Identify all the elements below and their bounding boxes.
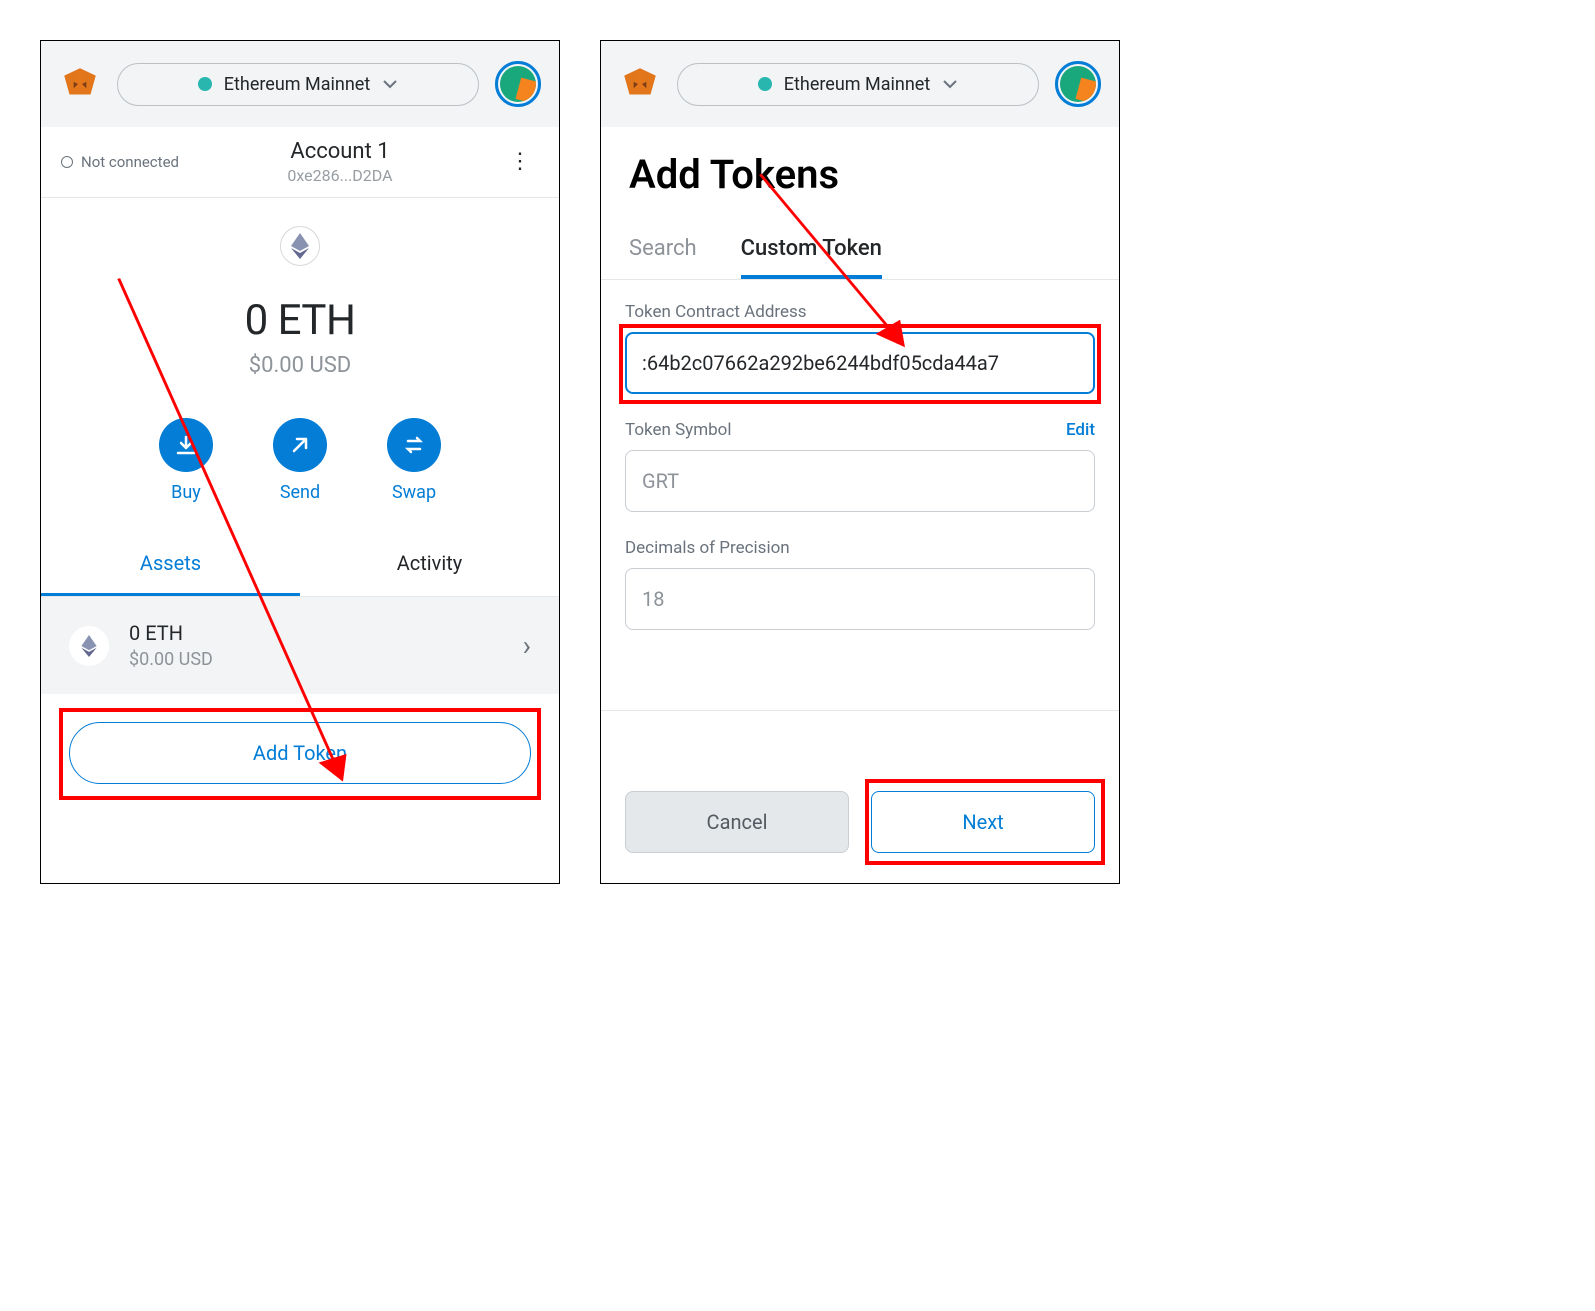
tabs: Assets Activity	[41, 533, 559, 597]
next-button[interactable]: Next	[871, 791, 1095, 853]
asset-row-eth[interactable]: 0 ETH $0.00 USD ›	[41, 597, 559, 694]
account-center[interactable]: Account 1 0xe286...D2DA	[179, 139, 501, 185]
wallet-main-panel: Ethereum Mainnet Not connected Account 1…	[40, 40, 560, 884]
network-name: Ethereum Mainnet	[224, 74, 370, 95]
field-contract-address: Token Contract Address	[625, 302, 1095, 394]
add-token-tabs: Search Custom Token	[601, 222, 1119, 280]
page-title: Add Tokens	[601, 127, 1119, 222]
add-tokens-panel: Ethereum Mainnet Add Tokens Search Custo…	[600, 40, 1120, 884]
send-label: Send	[273, 482, 327, 503]
field-token-symbol: Token Symbol Edit	[625, 420, 1095, 512]
download-icon	[175, 434, 197, 456]
chevron-down-icon	[382, 76, 398, 92]
label-decimals: Decimals of Precision	[625, 538, 1095, 558]
eth-icon	[69, 626, 109, 666]
asset-fiat: $0.00 USD	[129, 649, 503, 670]
buy-button[interactable]: Buy	[159, 418, 213, 503]
connection-status[interactable]: Not connected	[61, 153, 179, 171]
network-name: Ethereum Mainnet	[784, 74, 930, 95]
cancel-button[interactable]: Cancel	[625, 791, 849, 853]
edit-symbol-link[interactable]: Edit	[1066, 420, 1095, 440]
buy-label: Buy	[159, 482, 213, 503]
account-avatar-button[interactable]	[495, 61, 541, 107]
swap-label: Swap	[387, 482, 441, 503]
contract-address-input[interactable]	[625, 332, 1095, 394]
send-button[interactable]: Send	[273, 418, 327, 503]
network-status-dot-icon	[758, 77, 772, 91]
action-row: Buy Send Swap	[41, 418, 559, 503]
chevron-down-icon	[942, 76, 958, 92]
balance: 0 ETH	[41, 296, 559, 345]
account-options-menu-button[interactable]: ⋮	[501, 154, 539, 171]
metamask-logo-icon	[59, 63, 101, 105]
main-view: 0 ETH $0.00 USD Buy Send Swap Assets Act…	[41, 198, 559, 818]
status-ring-icon	[61, 156, 73, 168]
not-connected-label: Not connected	[81, 153, 179, 171]
token-symbol-input[interactable]	[625, 450, 1095, 512]
button-row: Cancel Next	[601, 710, 1119, 883]
custom-token-form: Token Contract Address Token Symbol Edit…	[601, 280, 1119, 630]
network-selector[interactable]: Ethereum Mainnet	[677, 63, 1039, 106]
metamask-logo-icon	[619, 63, 661, 105]
account-name: Account 1	[179, 139, 501, 164]
account-row: Not connected Account 1 0xe286...D2DA ⋮	[41, 127, 559, 198]
label-contract-address: Token Contract Address	[625, 302, 1095, 322]
eth-coin-icon	[280, 226, 320, 266]
swap-button[interactable]: Swap	[387, 418, 441, 503]
tab-activity[interactable]: Activity	[300, 533, 559, 596]
topbar: Ethereum Mainnet	[601, 41, 1119, 127]
account-address: 0xe286...D2DA	[179, 166, 501, 185]
account-avatar-button[interactable]	[1055, 61, 1101, 107]
avatar-icon	[1060, 66, 1096, 102]
decimals-input[interactable]	[625, 568, 1095, 630]
tab-custom-token[interactable]: Custom Token	[741, 222, 882, 279]
swap-icon	[403, 434, 425, 456]
fiat-balance: $0.00 USD	[41, 353, 559, 378]
arrow-up-right-icon	[290, 435, 310, 455]
topbar: Ethereum Mainnet	[41, 41, 559, 127]
tab-assets[interactable]: Assets	[41, 533, 300, 596]
field-decimals: Decimals of Precision	[625, 538, 1095, 630]
asset-amount: 0 ETH	[129, 621, 503, 645]
label-token-symbol: Token Symbol	[625, 420, 732, 440]
tab-search[interactable]: Search	[629, 222, 697, 279]
chevron-right-icon: ›	[523, 629, 531, 662]
add-token-button[interactable]: Add Token	[69, 722, 531, 784]
network-status-dot-icon	[198, 77, 212, 91]
avatar-icon	[500, 66, 536, 102]
network-selector[interactable]: Ethereum Mainnet	[117, 63, 479, 106]
